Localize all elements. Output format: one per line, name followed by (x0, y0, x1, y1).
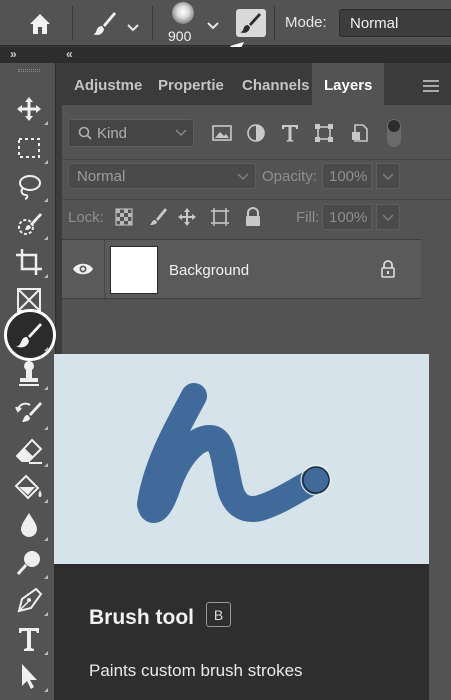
move-tool-icon[interactable] (14, 94, 48, 125)
search-icon (78, 126, 92, 140)
shape-filter-icon[interactable] (314, 123, 334, 143)
dodge-tool-icon[interactable] (14, 548, 48, 579)
type-tool-icon[interactable] (14, 624, 48, 655)
filter-toggle[interactable] (387, 119, 401, 147)
chevron-down-icon (237, 173, 249, 181)
layer-row[interactable]: Background (62, 239, 421, 300)
image-filter-icon[interactable] (212, 123, 232, 143)
toolbar-grip[interactable] (18, 69, 40, 72)
divider (104, 240, 105, 300)
fill-input[interactable]: 100% (322, 204, 372, 230)
mode-select[interactable]: Normal (339, 9, 451, 37)
tooltip-description: Paints custom brush strokes (89, 661, 303, 680)
history-brush-tool-icon[interactable] (14, 399, 48, 430)
home-icon[interactable] (20, 10, 60, 38)
opacity-label: Opacity: (262, 168, 318, 185)
chevron-down-icon (382, 173, 394, 181)
chevron-down-icon (382, 214, 394, 222)
fill-dropdown[interactable] (376, 204, 400, 230)
tab-adjustments[interactable]: Adjustme (74, 63, 160, 105)
quick-selection-tool-icon[interactable] (14, 209, 48, 240)
clone-stamp-tool-icon[interactable] (14, 359, 48, 390)
expand-toolbar-icon[interactable]: » (10, 47, 17, 61)
chevron-down-icon[interactable] (206, 18, 220, 30)
fill-label: Fill: (296, 209, 320, 226)
pen-tool-icon[interactable] (14, 585, 48, 616)
filter-kind-select[interactable]: Kind (68, 119, 194, 147)
layer-lock-icon[interactable] (380, 260, 396, 278)
chevron-down-icon[interactable] (126, 20, 140, 32)
blend-mode-value: Normal (77, 168, 126, 185)
tab-channels[interactable]: Channels (242, 63, 314, 105)
smart-object-filter-icon[interactable] (350, 123, 370, 143)
lock-row: Lock: Fill: 100% (62, 199, 451, 233)
tab-layers[interactable]: Layers (312, 63, 384, 105)
tooltip-title: Brush tool (89, 606, 194, 629)
lock-transparent-pixels-icon[interactable] (114, 207, 134, 227)
layer-filter-row: Kind (62, 113, 451, 153)
layer-thumbnail[interactable] (110, 246, 158, 294)
eraser-tool-icon[interactable] (14, 436, 48, 467)
type-filter-icon[interactable] (280, 123, 300, 143)
chevron-down-icon (175, 129, 187, 137)
lock-artboard-icon[interactable] (210, 207, 230, 227)
blend-row: Normal Opacity: 100% (62, 159, 451, 193)
tab-properties[interactable]: Propertie (158, 63, 230, 105)
lock-image-pixels-icon[interactable] (147, 207, 167, 227)
separator (152, 6, 153, 40)
mode-label: Mode: (285, 14, 327, 31)
opacity-dropdown[interactable] (376, 163, 400, 189)
panel-tabs: Adjustme Propertie Channels Layers (62, 63, 451, 105)
path-selection-tool-icon[interactable] (14, 661, 48, 692)
paint-bucket-tool-icon[interactable] (14, 472, 48, 503)
toolbar (0, 63, 56, 700)
opacity-input[interactable]: 100% (322, 163, 372, 189)
separator (274, 6, 275, 40)
lock-label: Lock: (68, 209, 104, 226)
separator (72, 6, 73, 40)
layer-name[interactable]: Background (169, 262, 249, 279)
brush-tool-icon[interactable] (14, 320, 48, 351)
marquee-tool-icon[interactable] (14, 133, 48, 164)
eye-icon[interactable] (72, 260, 94, 278)
tooltip-preview-image (54, 354, 429, 564)
crop-tool-icon[interactable] (14, 247, 48, 278)
lasso-tool-icon[interactable] (14, 171, 48, 202)
lock-position-icon[interactable] (177, 207, 197, 227)
panel-menu-icon[interactable] (423, 79, 439, 92)
adjustment-filter-icon[interactable] (246, 123, 266, 143)
collapse-strip: » « (0, 47, 451, 63)
brush-preset-icon[interactable] (92, 10, 118, 36)
tooltip-shortcut-key: B (206, 602, 231, 627)
tool-tooltip: Brush tool B Paints custom brush strokes (54, 354, 429, 700)
blend-mode-select[interactable]: Normal (68, 163, 256, 189)
lock-all-icon[interactable] (243, 207, 263, 227)
blur-tool-icon[interactable] (14, 510, 48, 541)
filter-kind-label: Kind (97, 125, 128, 142)
collapse-panels-icon[interactable]: « (66, 47, 73, 61)
brush-size-preview[interactable] (172, 2, 194, 24)
